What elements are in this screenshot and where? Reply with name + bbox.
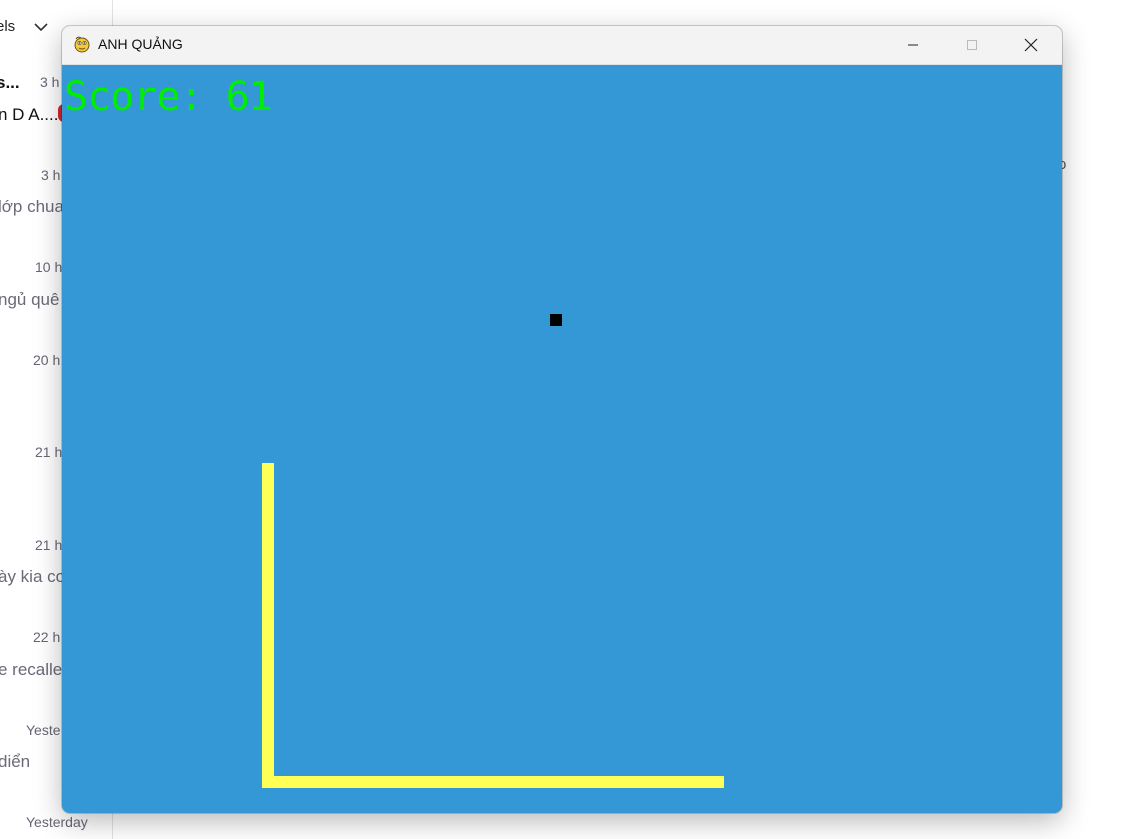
- window-title: ANH QUẢNG: [98, 36, 183, 52]
- maximize-button[interactable]: [943, 26, 1001, 64]
- chat-item-time: 3 h: [40, 74, 60, 90]
- chat-item-time: 10 h: [35, 259, 63, 275]
- chat-item-time: 22 h: [33, 629, 61, 645]
- chat-item-time: 3 h: [41, 167, 61, 183]
- chat-item-time: 21 h: [35, 444, 63, 460]
- title-bar[interactable]: ANH QUẢNG: [62, 26, 1062, 65]
- chevron-down-icon[interactable]: [32, 18, 50, 36]
- close-icon: [1024, 38, 1038, 52]
- chat-item-preview[interactable]: lớp chua: [0, 197, 64, 217]
- chat-item-time: 20 h: [33, 352, 61, 368]
- minimize-button[interactable]: [884, 26, 942, 64]
- chat-item-time: Yesterday: [26, 814, 88, 830]
- chat-item-preview[interactable]: ngủ quê: [0, 290, 59, 310]
- chat-item-preview[interactable]: e recalle: [0, 660, 62, 680]
- score-label: Score: 61: [64, 74, 273, 120]
- channels-header[interactable]: els: [0, 18, 15, 35]
- chat-item-time: 21 h: [35, 537, 63, 553]
- food-pellet: [550, 314, 562, 326]
- chat-item-preview[interactable]: s...: [0, 73, 20, 93]
- game-window: ANH QUẢNG Score: 61: [62, 26, 1062, 813]
- minimize-icon: [908, 44, 918, 46]
- close-button[interactable]: [1002, 26, 1060, 64]
- snake-body-vertical: [262, 463, 274, 788]
- chat-item-preview[interactable]: diển: [0, 752, 30, 772]
- chat-item-preview[interactable]: ày kia co: [0, 567, 65, 587]
- game-canvas[interactable]: Score: 61: [62, 65, 1062, 813]
- chat-item-preview[interactable]: n D A....: [0, 105, 58, 125]
- snake-body-horizontal: [262, 776, 724, 788]
- maximize-icon: [967, 40, 977, 50]
- pygame-snake-icon: [74, 36, 90, 53]
- chat-item-time: Yeste: [26, 722, 61, 738]
